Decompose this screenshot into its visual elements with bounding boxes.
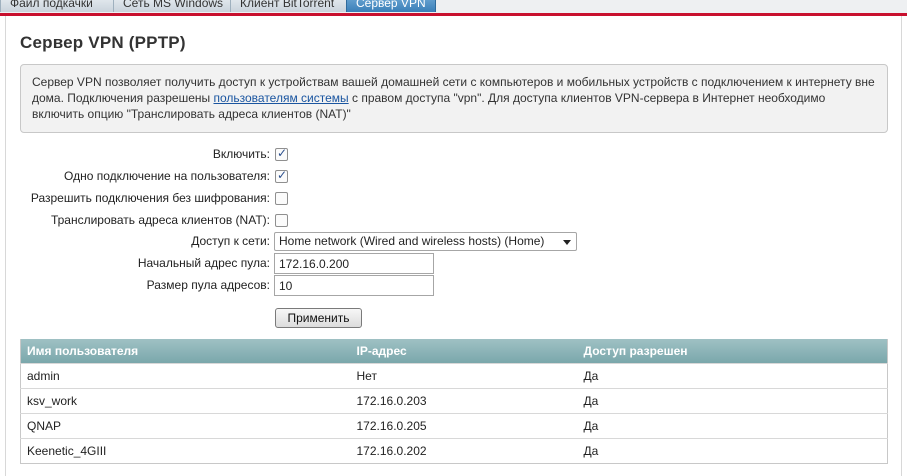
tab-bar: Файл подкачки Сеть MS Windows Клиент Bit… [0,0,907,13]
access-allowed-cell: Да [577,412,888,438]
single-connection-checkbox[interactable] [275,168,288,183]
table-row[interactable]: ksv_work 172.16.0.203 Да [20,387,888,413]
network-access-row: Доступ к сети: Home network (Wired and w… [0,231,600,251]
ip-address-cell: 172.16.0.202 [350,437,578,463]
ip-address-cell: 172.16.0.203 [350,387,578,413]
table-row[interactable]: QNAP 172.16.0.205 Да [20,412,888,438]
no-encryption-checkbox[interactable] [275,192,288,205]
tab-label: Клиент BitTorrent [240,0,335,10]
page-title: Сервер VPN (PPTP) [20,33,186,52]
pool-size-input[interactable] [274,275,434,296]
system-users-link[interactable]: пользователям системы [213,91,348,105]
access-allowed-cell: Да [577,362,888,388]
access-allowed-cell: Да [577,387,888,413]
pool-size-label: Размер пула адресов: [146,278,270,292]
access-allowed-cell: Да [577,437,888,463]
column-header-ip-address[interactable]: IP-адрес [350,339,578,363]
tab-ms-windows-network[interactable]: Сеть MS Windows [113,0,231,12]
enable-checkbox[interactable] [275,146,288,161]
table-row[interactable]: admin Нет Да [20,362,888,388]
nat-label: Транслировать адреса клиентов (NAT): [50,213,270,227]
user-name-cell: ksv_work [20,387,351,413]
nat-checkbox[interactable] [275,214,288,227]
user-name-cell: Keenetic_4GIII [20,437,351,463]
single-connection-row: Одно подключение на пользователя: [0,166,600,186]
enable-row: Включить: [0,144,600,164]
vpn-users-table: Имя пользователя IP-адрес Доступ разреше… [20,339,888,464]
nat-row: Транслировать адреса клиентов (NAT): [0,210,600,230]
column-header-username[interactable]: Имя пользователя [20,339,351,363]
tab-vpn-server[interactable]: Сервер VPN [346,0,436,12]
no-encryption-label: Разрешить подключения без шифрования: [30,191,270,205]
tab-swap-file[interactable]: Файл подкачки [0,0,114,12]
network-access-label: Доступ к сети: [191,234,270,248]
pool-start-label: Начальный адрес пула: [137,256,270,270]
user-name-cell: admin [20,362,351,388]
user-name-cell: QNAP [20,412,351,438]
enable-label: Включить: [212,147,270,161]
info-box: Сервер VPN позволяет получить доступ к у… [20,64,888,133]
single-connection-label: Одно подключение на пользователя: [64,169,270,183]
chevron-down-icon [563,240,571,245]
tab-label: Сеть MS Windows [123,0,224,10]
table-row[interactable]: Keenetic_4GIII 172.16.0.202 Да [20,437,888,463]
network-access-select[interactable]: Home network (Wired and wireless hosts) … [274,232,577,251]
tab-label: Файл подкачки [10,0,93,10]
network-access-value: Home network (Wired and wireless hosts) … [279,234,545,248]
tab-bittorrent-client[interactable]: Клиент BitTorrent [230,0,347,12]
apply-button[interactable]: Применить [275,308,362,328]
pool-start-row: Начальный адрес пула: [0,253,600,274]
column-header-access-allowed[interactable]: Доступ разрешен [577,339,888,363]
tab-label: Сервер VPN [356,0,426,10]
pool-start-input[interactable] [274,253,434,274]
ip-address-cell: 172.16.0.205 [350,412,578,438]
table-header-row: Имя пользователя IP-адрес Доступ разреше… [20,339,888,363]
no-encryption-row: Разрешить подключения без шифрования: [0,188,600,208]
pool-size-row: Размер пула адресов: [0,275,600,296]
ip-address-cell: Нет [350,362,578,388]
